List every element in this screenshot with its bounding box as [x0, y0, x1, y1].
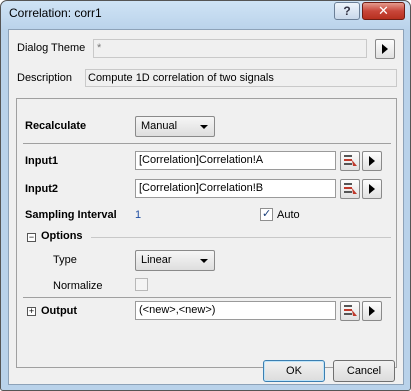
normalize-label: Normalize: [53, 280, 103, 292]
help-button[interactable]: ?: [334, 2, 360, 20]
options-label: Options: [41, 230, 83, 242]
type-value: Linear: [141, 254, 172, 266]
range-picker-icon: [344, 305, 357, 316]
normalize-checkbox[interactable]: [135, 278, 148, 291]
auto-label: Auto: [277, 209, 300, 221]
input1-field[interactable]: [Correlation]Correlation!A: [135, 151, 336, 170]
divider: [23, 297, 391, 298]
play-arrow-icon: [369, 184, 375, 194]
recalculate-select[interactable]: Manual: [135, 116, 215, 137]
type-label: Type: [53, 254, 77, 266]
sampling-interval-label: Sampling Interval: [25, 209, 117, 221]
range-picker-icon: [344, 155, 357, 166]
output-menu-button[interactable]: [362, 301, 382, 321]
play-arrow-icon: [369, 306, 375, 316]
input1-label: Input1: [25, 155, 58, 167]
recalculate-value: Manual: [141, 120, 178, 132]
divider: [23, 143, 391, 144]
play-arrow-icon: [382, 44, 388, 54]
recalculate-label: Recalculate: [25, 120, 87, 132]
output-label: Output: [41, 305, 78, 317]
description-text: Compute 1D correlation of two signals: [85, 69, 397, 87]
options-divider: [91, 237, 391, 238]
input1-picker-button[interactable]: [340, 151, 360, 171]
auto-checkbox[interactable]: ✓: [260, 208, 273, 221]
sampling-interval-value: 1: [135, 209, 142, 221]
window-title: Correlation: corr1: [9, 6, 102, 20]
input2-menu-button[interactable]: [362, 179, 382, 199]
output-expand-icon[interactable]: +: [27, 307, 36, 316]
type-select[interactable]: Linear: [135, 250, 215, 271]
input2-picker-button[interactable]: [340, 179, 360, 199]
output-picker-button[interactable]: [340, 301, 360, 321]
settings-panel: Recalculate Manual Input1 [Correlation]C…: [16, 98, 397, 368]
range-picker-icon: [344, 183, 357, 194]
description-label: Description: [17, 72, 73, 84]
dialog-theme-label: Dialog Theme: [17, 42, 86, 54]
input2-field[interactable]: [Correlation]Correlation!B: [135, 179, 336, 198]
options-collapse-icon[interactable]: −: [27, 233, 36, 242]
dialog-body: Dialog Theme * Description Compute 1D co…: [8, 29, 404, 385]
input1-menu-button[interactable]: [362, 151, 382, 171]
dialog-theme-field: *: [93, 39, 367, 58]
play-arrow-icon: [369, 156, 375, 166]
cancel-button[interactable]: Cancel: [333, 360, 395, 382]
dropdown-arrow-icon: [200, 125, 208, 129]
dialog-window: Correlation: corr1 ? ✕ Dialog Theme * De…: [0, 0, 411, 391]
theme-menu-button[interactable]: [375, 39, 395, 59]
ok-button[interactable]: OK: [263, 360, 325, 382]
input2-label: Input2: [25, 183, 58, 195]
checkmark-icon: ✓: [262, 208, 272, 220]
dropdown-arrow-icon: [200, 259, 208, 263]
output-field[interactable]: (<new>,<new>): [135, 301, 336, 320]
close-button[interactable]: ✕: [362, 2, 405, 20]
title-bar[interactable]: Correlation: corr1 ? ✕: [1, 1, 410, 28]
